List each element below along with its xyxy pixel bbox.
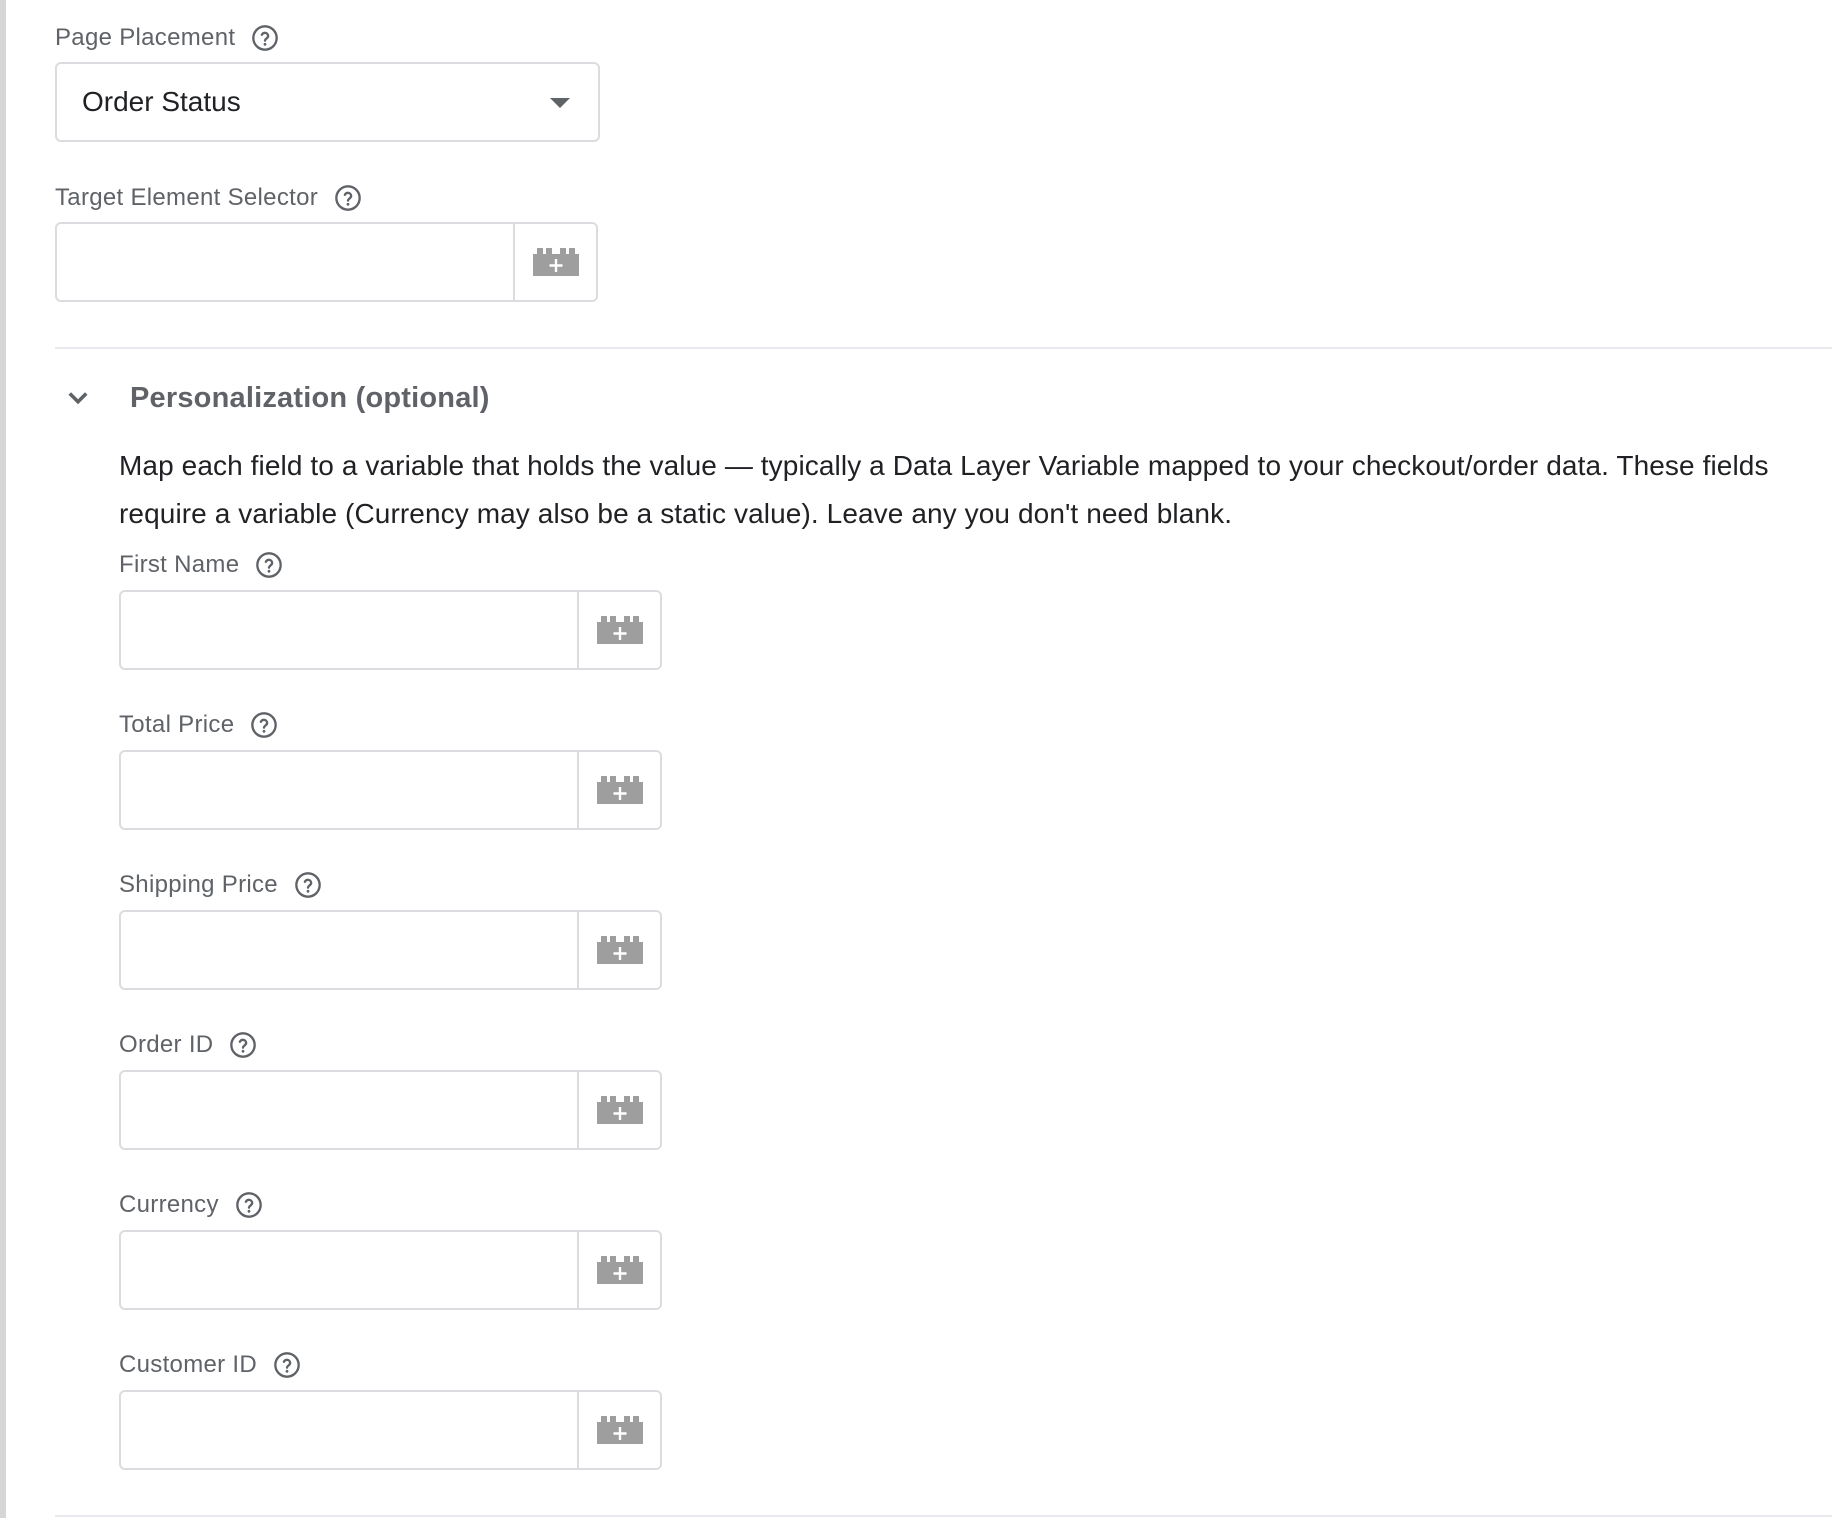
insert-variable-button[interactable] — [579, 1072, 660, 1148]
tag-configuration-panel: Page Placement Order Status Target Eleme… — [0, 0, 1832, 1518]
page-placement-label: Page Placement — [55, 24, 236, 51]
variable-brick-plus-icon — [596, 1256, 643, 1284]
variable-brick-plus-icon — [596, 616, 643, 644]
variable-brick-plus-icon — [532, 248, 579, 276]
field-currency: Currency — [119, 1187, 263, 1223]
help-circle-icon[interactable] — [273, 1351, 301, 1379]
personalization-header[interactable]: Personalization (optional) — [60, 380, 490, 416]
page-placement-field: Page Placement — [55, 20, 279, 56]
target-selector-input-group — [55, 222, 598, 302]
customer-id-input[interactable] — [121, 1392, 579, 1468]
personalization-description: Map each field to a variable that holds … — [119, 450, 1769, 529]
field-customer-id: Customer ID — [119, 1347, 301, 1383]
shipping-price-input-group — [119, 910, 662, 990]
page-placement-select[interactable]: Order Status — [55, 62, 600, 142]
target-selector-field: Target Element Selector — [55, 180, 362, 216]
insert-variable-button[interactable] — [579, 912, 660, 988]
order-id-label: Order ID — [119, 1031, 214, 1058]
section-divider — [55, 347, 1832, 349]
shipping-price-input[interactable] — [121, 912, 579, 988]
order-id-input[interactable] — [121, 1072, 579, 1148]
insert-variable-button[interactable] — [515, 224, 596, 300]
field-order-id: Order ID — [119, 1027, 257, 1063]
customer-id-input-group — [119, 1390, 662, 1470]
currency-input-group — [119, 1230, 662, 1310]
help-circle-icon[interactable] — [250, 711, 278, 739]
total-price-label: Total Price — [119, 711, 235, 738]
total-price-input-group — [119, 750, 662, 830]
help-circle-icon[interactable] — [229, 1031, 257, 1059]
help-circle-icon[interactable] — [294, 871, 322, 899]
field-total-price: Total Price — [119, 707, 278, 743]
total-price-input[interactable] — [121, 752, 579, 828]
variable-brick-plus-icon — [596, 1096, 643, 1124]
variable-brick-plus-icon — [596, 776, 643, 804]
order-id-input-group — [119, 1070, 662, 1150]
caret-down-icon — [550, 98, 570, 108]
customer-id-label: Customer ID — [119, 1351, 257, 1378]
field-shipping-price: Shipping Price — [119, 867, 322, 903]
help-circle-icon[interactable] — [235, 1191, 263, 1219]
variable-brick-plus-icon — [596, 936, 643, 964]
help-circle-icon[interactable] — [334, 184, 362, 212]
first-name-label: First Name — [119, 551, 240, 578]
currency-label: Currency — [119, 1191, 219, 1218]
panel-left-edge — [0, 0, 6, 1518]
first-name-input[interactable] — [121, 592, 579, 668]
target-selector-input[interactable] — [57, 224, 515, 300]
help-circle-icon[interactable] — [255, 551, 283, 579]
insert-variable-button[interactable] — [579, 592, 660, 668]
section-divider-bottom — [55, 1515, 1832, 1517]
insert-variable-button[interactable] — [579, 1232, 660, 1308]
variable-brick-plus-icon — [596, 1416, 643, 1444]
insert-variable-button[interactable] — [579, 1392, 660, 1468]
page-placement-value: Order Status — [82, 86, 241, 117]
target-selector-label: Target Element Selector — [55, 184, 319, 211]
chevron-down-icon — [68, 392, 88, 405]
personalization-title: Personalization (optional) — [130, 381, 490, 414]
help-circle-icon[interactable] — [251, 24, 279, 52]
field-first-name: First Name — [119, 547, 283, 583]
currency-input[interactable] — [121, 1232, 579, 1308]
first-name-input-group — [119, 590, 662, 670]
shipping-price-label: Shipping Price — [119, 871, 278, 898]
insert-variable-button[interactable] — [579, 752, 660, 828]
